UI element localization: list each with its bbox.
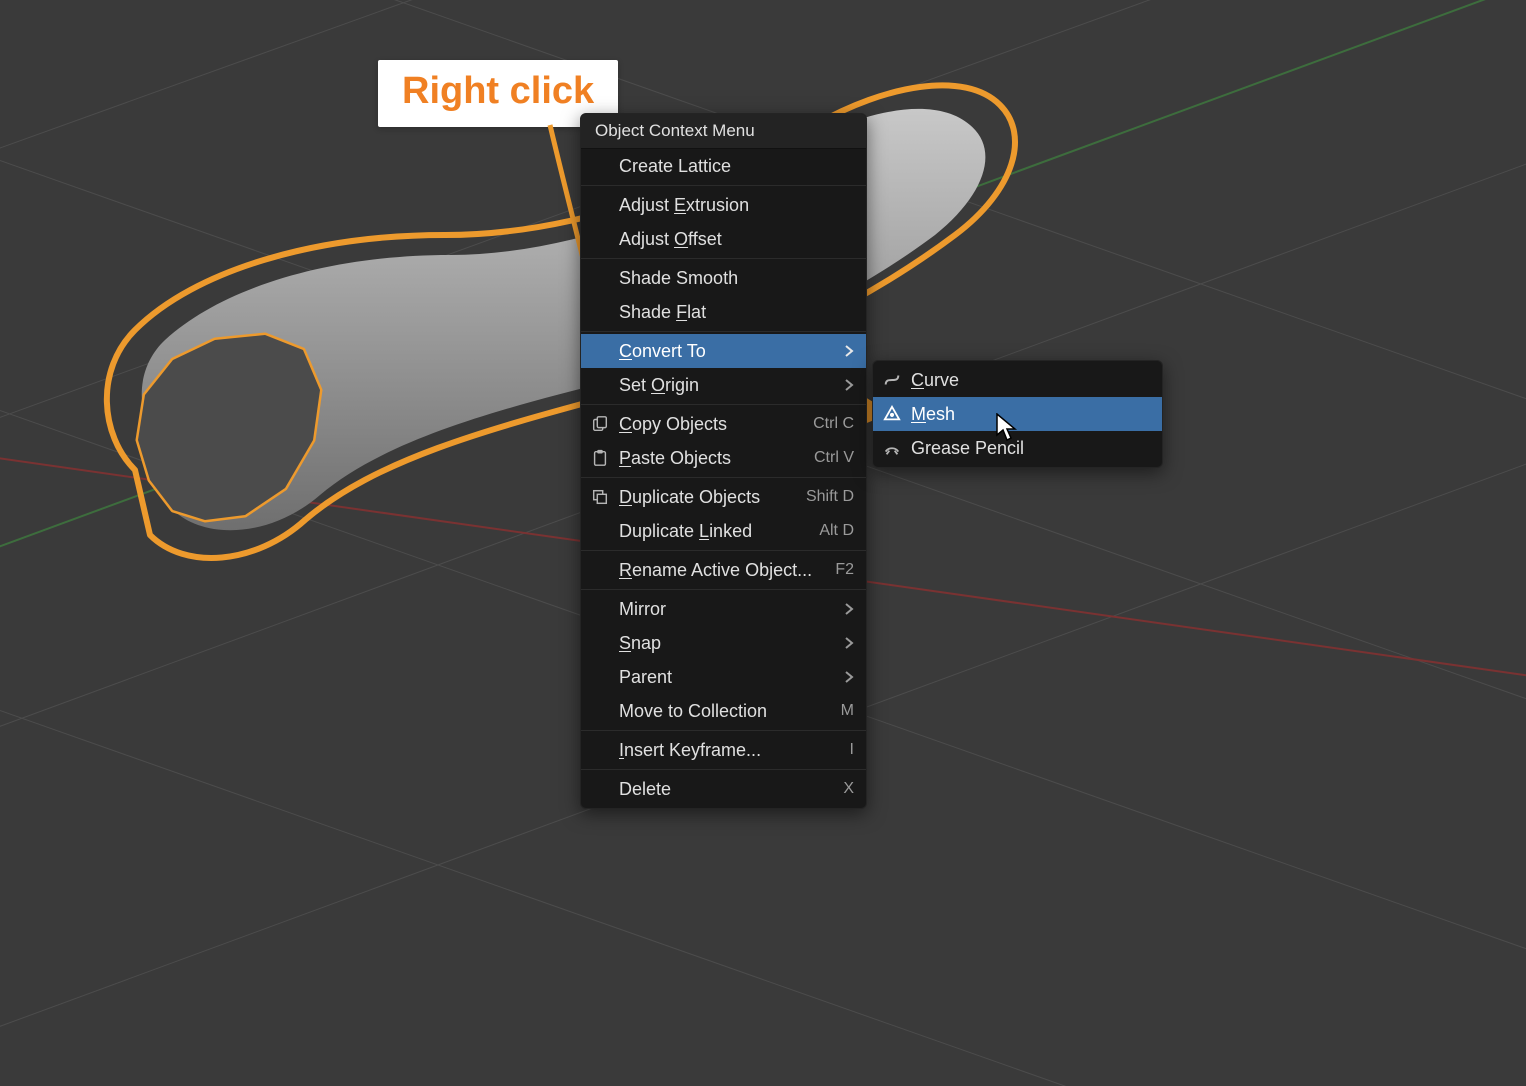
menu-item-duplicate_linked[interactable]: Duplicate LinkedAlt D xyxy=(581,514,866,548)
menu-item-rename_active[interactable]: Rename Active Object...F2 xyxy=(581,553,866,587)
submenu-item-label: Curve xyxy=(911,370,1150,391)
menu-item-adjust_offset[interactable]: Adjust Offset xyxy=(581,222,866,256)
menu-item-label: Duplicate Objects xyxy=(619,487,798,508)
chevron-right-icon xyxy=(840,379,854,391)
menu-item-create_lattice[interactable]: Create Lattice xyxy=(581,149,866,183)
menu-item-label: Shade Flat xyxy=(619,302,854,323)
menu-separator xyxy=(581,331,866,332)
convert-to-submenu[interactable]: Curve Mesh Grease Pencil xyxy=(872,360,1163,468)
menu-item-label: Mirror xyxy=(619,599,840,620)
mesh-icon xyxy=(883,405,911,423)
menu-item-shortcut: F2 xyxy=(827,561,854,579)
menu-item-insert_keyframe[interactable]: Insert Keyframe...I xyxy=(581,733,866,767)
menu-item-label: Paste Objects xyxy=(619,448,806,469)
menu-item-label: Copy Objects xyxy=(619,414,805,435)
duplicate-icon xyxy=(591,488,619,506)
menu-item-label: Shade Smooth xyxy=(619,268,854,289)
menu-item-label: Convert To xyxy=(619,341,840,362)
menu-item-parent[interactable]: Parent xyxy=(581,660,866,694)
menu-separator xyxy=(581,185,866,186)
paste-icon xyxy=(591,449,619,467)
menu-item-shortcut: I xyxy=(842,741,854,759)
annotation-callout-text: Right click xyxy=(402,70,594,112)
menu-item-label: Adjust Extrusion xyxy=(619,195,854,216)
menu-item-label: Create Lattice xyxy=(619,156,854,177)
copy-icon xyxy=(591,415,619,433)
menu-item-delete[interactable]: DeleteX xyxy=(581,772,866,806)
menu-item-label: Set Origin xyxy=(619,375,840,396)
menu-separator xyxy=(581,589,866,590)
menu-item-shortcut: X xyxy=(835,780,854,798)
menu-item-label: Adjust Offset xyxy=(619,229,854,250)
submenu-item-convert_mesh[interactable]: Mesh xyxy=(873,397,1162,431)
menu-item-shortcut: Shift D xyxy=(798,488,854,506)
menu-item-adjust_extrusion[interactable]: Adjust Extrusion xyxy=(581,188,866,222)
menu-item-label: Snap xyxy=(619,633,840,654)
menu-item-set_origin[interactable]: Set Origin xyxy=(581,368,866,402)
menu-item-label: Rename Active Object... xyxy=(619,560,827,581)
menu-item-shade_flat[interactable]: Shade Flat xyxy=(581,295,866,329)
context-menu-title: Object Context Menu xyxy=(581,114,866,149)
menu-item-move_to_collection[interactable]: Move to CollectionM xyxy=(581,694,866,728)
menu-item-shortcut: Ctrl V xyxy=(806,449,854,467)
menu-item-shortcut: Ctrl C xyxy=(805,415,854,433)
submenu-item-label: Grease Pencil xyxy=(911,438,1150,459)
submenu-item-label: Mesh xyxy=(911,404,1150,425)
menu-item-shade_smooth[interactable]: Shade Smooth xyxy=(581,261,866,295)
submenu-item-convert_curve[interactable]: Curve xyxy=(873,363,1162,397)
gpencil-icon xyxy=(883,439,911,457)
chevron-right-icon xyxy=(840,637,854,649)
menu-separator xyxy=(581,769,866,770)
menu-item-snap[interactable]: Snap xyxy=(581,626,866,660)
menu-item-label: Delete xyxy=(619,779,835,800)
menu-item-label: Parent xyxy=(619,667,840,688)
menu-item-label: Duplicate Linked xyxy=(619,521,811,542)
menu-separator xyxy=(581,730,866,731)
submenu-item-convert_gpencil[interactable]: Grease Pencil xyxy=(873,431,1162,465)
menu-item-paste_objects[interactable]: Paste ObjectsCtrl V xyxy=(581,441,866,475)
menu-separator xyxy=(581,258,866,259)
menu-separator xyxy=(581,404,866,405)
menu-item-duplicate_objects[interactable]: Duplicate ObjectsShift D xyxy=(581,480,866,514)
menu-separator xyxy=(581,477,866,478)
menu-item-copy_objects[interactable]: Copy ObjectsCtrl C xyxy=(581,407,866,441)
menu-separator xyxy=(581,550,866,551)
object-context-menu[interactable]: Object Context Menu Create Lattice Adjust… xyxy=(580,113,867,809)
menu-item-convert_to[interactable]: Convert To xyxy=(581,334,866,368)
chevron-right-icon xyxy=(840,345,854,357)
menu-item-shortcut: M xyxy=(833,702,854,720)
curve-icon xyxy=(883,371,911,389)
menu-item-label: Insert Keyframe... xyxy=(619,740,842,761)
menu-item-label: Move to Collection xyxy=(619,701,833,722)
chevron-right-icon xyxy=(840,671,854,683)
menu-item-mirror[interactable]: Mirror xyxy=(581,592,866,626)
chevron-right-icon xyxy=(840,603,854,615)
menu-item-shortcut: Alt D xyxy=(811,522,854,540)
